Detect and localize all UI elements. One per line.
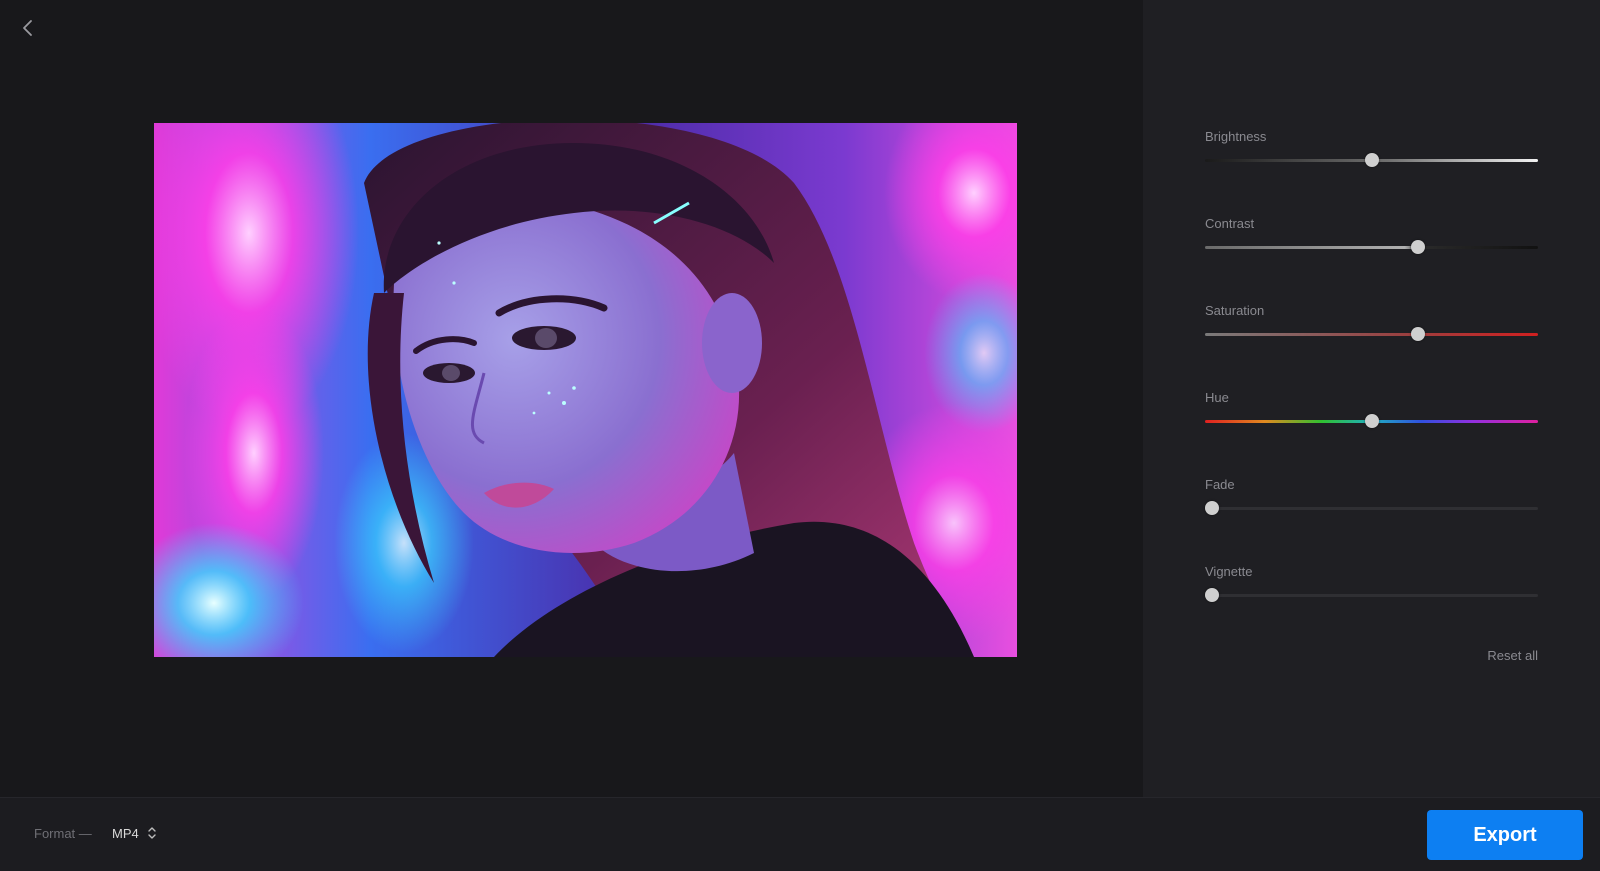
canvas-area xyxy=(0,0,1143,797)
vignette-label: Vignette xyxy=(1205,564,1253,579)
hue-slider-thumb[interactable] xyxy=(1364,414,1379,428)
format-select[interactable]: MP4 xyxy=(112,822,156,844)
contrast-slider-thumb[interactable] xyxy=(1411,240,1426,254)
vignette-control: Vignette xyxy=(1204,563,1538,602)
contrast-slider[interactable] xyxy=(1205,240,1538,254)
hue-slider[interactable] xyxy=(1205,414,1538,428)
vignette-slider[interactable] xyxy=(1204,588,1538,602)
hue-control: Hue xyxy=(1205,389,1538,428)
brightness-control: Brightness xyxy=(1205,128,1538,167)
chevron-left-icon xyxy=(23,20,32,36)
hue-label: Hue xyxy=(1205,390,1229,405)
contrast-control: Contrast xyxy=(1205,215,1538,254)
back-button[interactable] xyxy=(14,14,42,42)
updown-chevron-icon xyxy=(148,827,156,839)
fade-slider-thumb[interactable] xyxy=(1204,501,1219,515)
bottom-toolbar: Format — MP4 Export xyxy=(0,797,1600,871)
saturation-control: Saturation xyxy=(1205,302,1538,341)
vignette-slider-thumb[interactable] xyxy=(1204,588,1219,602)
saturation-label: Saturation xyxy=(1205,303,1265,318)
saturation-slider[interactable] xyxy=(1205,327,1538,341)
fade-slider[interactable] xyxy=(1204,501,1538,515)
saturation-slider-thumb[interactable] xyxy=(1411,327,1426,341)
media-preview xyxy=(154,123,1017,657)
format-label: Format — xyxy=(34,826,92,841)
preview-image xyxy=(154,123,1017,657)
format-value: MP4 xyxy=(112,825,139,841)
reset-all-button[interactable]: Reset all xyxy=(1480,648,1538,663)
brightness-slider[interactable] xyxy=(1205,153,1538,167)
contrast-label: Contrast xyxy=(1205,216,1255,231)
fade-label: Fade xyxy=(1205,477,1235,492)
export-button[interactable]: Export xyxy=(1427,810,1583,860)
brightness-label: Brightness xyxy=(1205,129,1267,144)
adjustments-panel: Brightness Contrast Saturation Hue Fade … xyxy=(1143,0,1600,797)
fade-control: Fade xyxy=(1204,476,1538,515)
brightness-slider-thumb[interactable] xyxy=(1364,153,1379,167)
